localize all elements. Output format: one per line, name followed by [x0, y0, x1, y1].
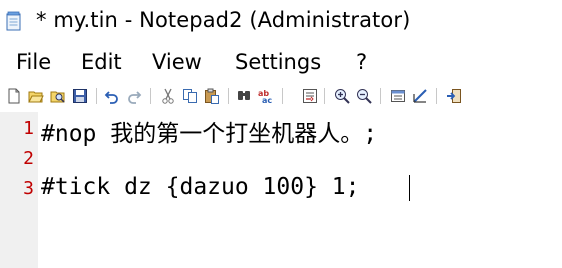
- customize-scheme-icon[interactable]: [412, 88, 428, 104]
- paste-icon[interactable]: [204, 88, 220, 104]
- redo-icon[interactable]: [126, 88, 142, 104]
- line-number-1: 1: [23, 118, 34, 139]
- code-line-3[interactable]: #tick dz {dazuo 100} 1;: [41, 174, 360, 200]
- replace-icon[interactable]: ab ac: [258, 88, 274, 105]
- notepad-icon[interactable]: [6, 11, 22, 31]
- line-number-3: 3: [23, 178, 34, 199]
- word-wrap-icon[interactable]: [302, 88, 318, 104]
- save-icon[interactable]: [72, 88, 88, 104]
- menu-settings[interactable]: Settings: [235, 50, 321, 74]
- copy-icon[interactable]: [182, 88, 198, 104]
- editor-area[interactable]: 1 2 3 #nop 我的第一个打坐机器人。; #tick dz {dazuo …: [0, 112, 562, 268]
- zoom-in-icon[interactable]: [334, 88, 350, 104]
- title-bar: * my.tin - Notepad2 (Administrator): [0, 0, 562, 44]
- zoom-out-icon[interactable]: [356, 88, 372, 104]
- menu-file[interactable]: File: [16, 50, 51, 74]
- menu-edit[interactable]: Edit: [81, 50, 122, 74]
- select-scheme-icon[interactable]: [390, 88, 406, 104]
- cut-icon[interactable]: [160, 88, 176, 104]
- window-title: * my.tin - Notepad2 (Administrator): [36, 8, 411, 32]
- browse-icon[interactable]: [50, 88, 66, 104]
- svg-text:ac: ac: [262, 96, 272, 104]
- find-icon[interactable]: [236, 88, 252, 104]
- menu-bar: File Edit View Settings ?: [0, 48, 562, 80]
- exit-icon[interactable]: [446, 88, 462, 104]
- line-number-2: 2: [23, 148, 34, 169]
- text-caret: [409, 175, 410, 201]
- menu-help[interactable]: ?: [356, 50, 367, 74]
- new-file-icon[interactable]: [6, 88, 22, 104]
- menu-view[interactable]: View: [152, 50, 202, 74]
- undo-icon[interactable]: [104, 88, 120, 104]
- open-file-icon[interactable]: [28, 88, 44, 104]
- code-line-1[interactable]: #nop 我的第一个打坐机器人。;: [41, 114, 377, 148]
- toolbar: ab ac: [0, 84, 562, 110]
- line-number-gutter: 1 2 3: [0, 112, 38, 268]
